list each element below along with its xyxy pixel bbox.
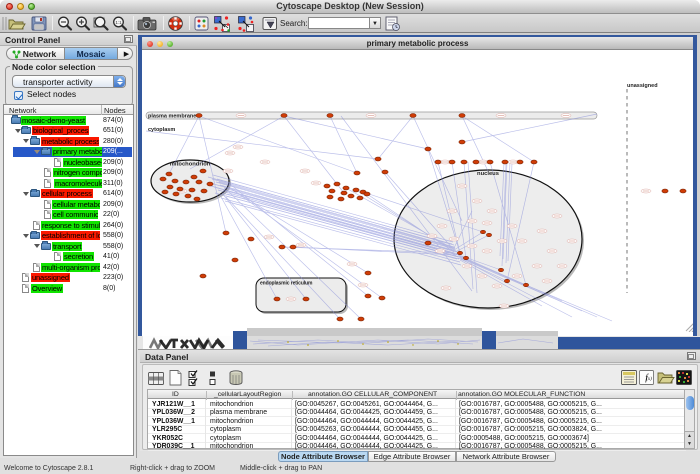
svg-text:unassigned: unassigned — [627, 83, 658, 89]
svg-text:(x): (x) — [646, 377, 652, 382]
svg-text:plasma membrane: plasma membrane — [148, 114, 196, 120]
svg-text:cytoplasm: cytoplasm — [148, 127, 175, 133]
svg-text:1:1: 1:1 — [115, 20, 122, 25]
svg-text:endoplasmic reticulum: endoplasmic reticulum — [260, 281, 313, 287]
svg-text:mitochondrion: mitochondrion — [170, 162, 211, 168]
svg-text:nucleus: nucleus — [477, 171, 499, 177]
